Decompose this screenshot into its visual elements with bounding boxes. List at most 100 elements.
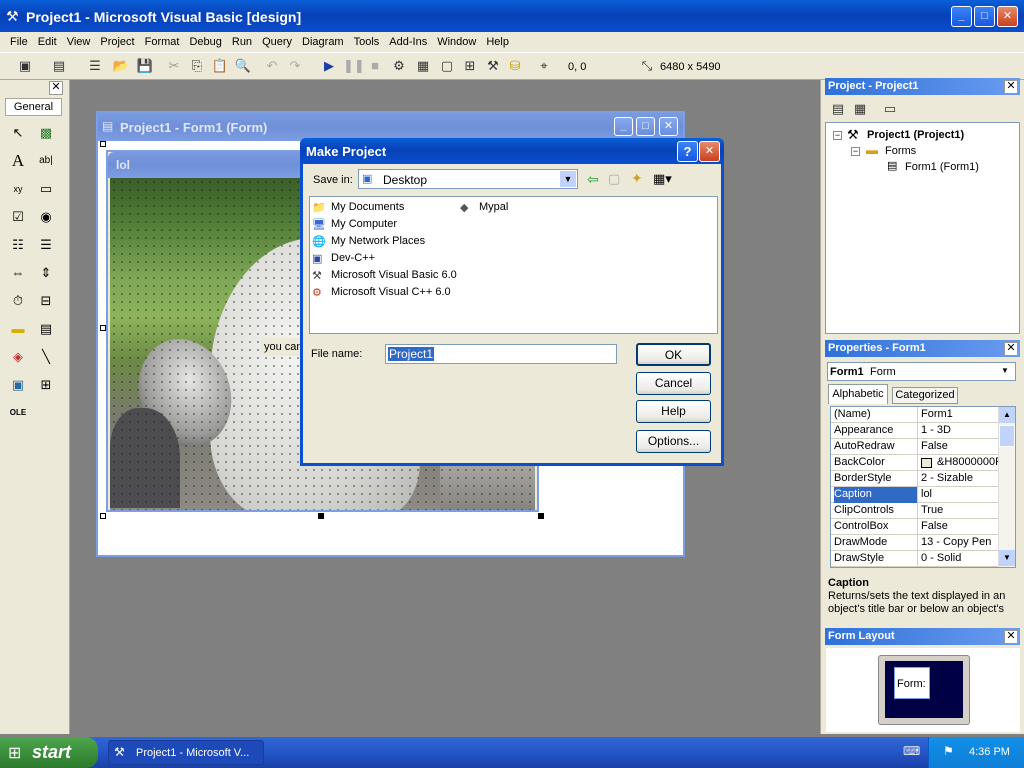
menu-format[interactable]: Format [140, 32, 185, 52]
menu-tools[interactable]: Tools [349, 32, 385, 52]
undo-icon[interactable]: ↶ [263, 57, 281, 75]
maximize-button[interactable]: □ [974, 6, 995, 27]
property-row[interactable]: ClipControls True [831, 503, 998, 519]
menu-edit[interactable]: Edit [33, 32, 62, 52]
app-title-bar[interactable]: ⚒ Project1 - Microsoft Visual Basic [des… [0, 0, 1024, 34]
toggle-folders-icon[interactable]: ▭ [881, 100, 899, 118]
project-root-node[interactable]: Project1 (Project1) [867, 129, 964, 141]
property-value[interactable]: 13 - Copy Pen [921, 535, 999, 551]
form-layout-icon[interactable]: ▢ [438, 57, 456, 75]
file-item[interactable]: ▣ Dev-C++ [312, 250, 375, 266]
property-row[interactable]: DrawStyle 0 - Solid [831, 551, 998, 567]
form-designer-title-bar[interactable]: ▤ Project1 - Form1 (Form) _ □ ✕ [98, 113, 683, 141]
file-item[interactable]: ⚙ Microsoft Visual C++ 6.0 [312, 284, 451, 300]
picturebox-icon[interactable]: ▩ [35, 122, 57, 144]
back-icon[interactable]: ⇦ [587, 171, 599, 188]
toolbox-tab-general[interactable]: General [5, 98, 62, 116]
property-row[interactable]: (Name) Form1 [831, 407, 998, 423]
label-icon[interactable]: A [7, 150, 29, 172]
file-item[interactable]: ⚒ Microsoft Visual Basic 6.0 [312, 267, 457, 283]
form-close-button[interactable]: ✕ [659, 117, 678, 136]
help-button[interactable]: Help [636, 400, 711, 423]
form1-node[interactable]: Form1 (Form1) [905, 161, 979, 173]
hscrollbar-icon[interactable]: ⇔ [7, 262, 29, 284]
file-item[interactable]: 📁 My Documents [312, 199, 404, 215]
menu-query[interactable]: Query [257, 32, 297, 52]
new-folder-icon[interactable]: ✦ [631, 170, 643, 187]
property-row[interactable]: Caption lol [831, 487, 998, 503]
property-value[interactable]: 0 - Solid [921, 551, 999, 567]
dialog-close-button[interactable]: ✕ [699, 141, 720, 162]
menu-run[interactable]: Run [227, 32, 257, 52]
property-value[interactable]: False [921, 439, 999, 455]
file-item[interactable]: 🌐 My Network Places [312, 233, 425, 249]
property-value[interactable]: &H8000000F [937, 455, 999, 471]
break-icon[interactable]: ❚❚ [343, 57, 365, 75]
forms-folder-node[interactable]: Forms [885, 145, 916, 157]
cancel-button[interactable]: Cancel [636, 372, 711, 395]
run-icon[interactable]: ▶ [320, 57, 338, 75]
dirlistbox-icon[interactable]: ▬ [7, 318, 29, 340]
toolbox-icon[interactable]: ⚒ [484, 57, 502, 75]
property-row[interactable]: Appearance 1 - 3D [831, 423, 998, 439]
menu-help[interactable]: Help [481, 32, 514, 52]
redo-icon[interactable]: ↷ [286, 57, 304, 75]
selection-handle[interactable] [100, 325, 106, 331]
taskbar-task-vb[interactable]: ⚒ Project1 - Microsoft V... [108, 740, 264, 765]
start-button[interactable]: ⊞ start [0, 737, 98, 768]
view-code-icon[interactable]: ▤ [829, 100, 847, 118]
property-row[interactable]: BackColor &H8000000F [831, 455, 999, 471]
object-browser-icon[interactable]: ⊞ [461, 57, 479, 75]
menu-view[interactable]: View [62, 32, 96, 52]
ok-button[interactable]: OK [636, 343, 711, 366]
property-value[interactable]: Form1 [921, 407, 999, 423]
data-icon[interactable]: ⊞ [35, 374, 57, 396]
form-maximize-button[interactable]: □ [636, 117, 655, 136]
property-value[interactable]: 1 - 3D [921, 423, 999, 439]
file-item[interactable]: 🖥 My Computer [312, 216, 397, 232]
frame-icon[interactable]: xy [7, 178, 29, 200]
commandbutton-icon[interactable]: ▭ [35, 178, 57, 200]
menu-debug[interactable]: Debug [184, 32, 226, 52]
timer-icon[interactable]: ⏱ [7, 290, 29, 312]
property-row[interactable]: DrawMode 13 - Copy Pen [831, 535, 998, 551]
tree-collapse-icon[interactable]: − [851, 147, 860, 156]
form-thumbnail[interactable]: Form: [894, 667, 930, 699]
line-icon[interactable]: ╲ [35, 346, 57, 368]
add-project-icon[interactable]: ▣ [16, 57, 34, 75]
vscrollbar-icon[interactable]: ⇕ [35, 262, 57, 284]
file-list[interactable]: 📁 My Documents 🖥 My Computer 🌐 My Network Pla… [309, 196, 718, 334]
scroll-up-icon[interactable]: ▲ [999, 407, 1015, 423]
drivelistbox-icon[interactable]: ⊟ [35, 290, 57, 312]
copy-icon[interactable]: ⎘ [188, 57, 206, 75]
save-icon[interactable]: 💾 [136, 57, 154, 75]
view-menu-icon[interactable]: ▦▾ [653, 171, 672, 187]
selection-handle[interactable] [318, 513, 324, 519]
object-dropdown[interactable]: Form1 Form ▼ [827, 362, 1016, 381]
property-value[interactable]: False [921, 519, 999, 535]
keyboard-tray-icon[interactable]: ⌨ [903, 744, 920, 758]
close-button[interactable]: ✕ [997, 6, 1018, 27]
filename-input[interactable]: Project1 [385, 344, 617, 364]
shape-icon[interactable]: ◈ [7, 346, 29, 368]
property-row[interactable]: BorderStyle 2 - Sizable [831, 471, 998, 487]
optionbutton-icon[interactable]: ◉ [35, 206, 57, 228]
add-form-icon[interactable]: ▤ [50, 57, 68, 75]
selection-handle[interactable] [538, 513, 544, 519]
minimize-button[interactable]: _ [951, 6, 972, 27]
form-minimize-button[interactable]: _ [614, 117, 633, 136]
filelistbox-icon[interactable]: ▤ [35, 318, 57, 340]
chevron-down-icon[interactable]: ▼ [560, 171, 576, 187]
scroll-thumb[interactable] [999, 425, 1015, 447]
form-layout-close-button[interactable]: ✕ [1004, 630, 1018, 644]
properties-panel-close-button[interactable]: ✕ [1004, 342, 1018, 356]
property-value[interactable]: 2 - Sizable [921, 471, 999, 487]
open-icon[interactable]: 📂 [112, 57, 130, 75]
tab-categorized[interactable]: Categorized [892, 387, 958, 404]
tab-alphabetic[interactable]: Alphabetic [828, 384, 888, 404]
properties-scrollbar[interactable]: ▲ ▼ [998, 407, 1015, 567]
combobox-icon[interactable]: ☷ [7, 234, 29, 256]
selection-handle[interactable] [100, 141, 106, 147]
listbox-icon[interactable]: ☰ [35, 234, 57, 256]
project-explorer-icon[interactable]: ⚙ [390, 57, 408, 75]
